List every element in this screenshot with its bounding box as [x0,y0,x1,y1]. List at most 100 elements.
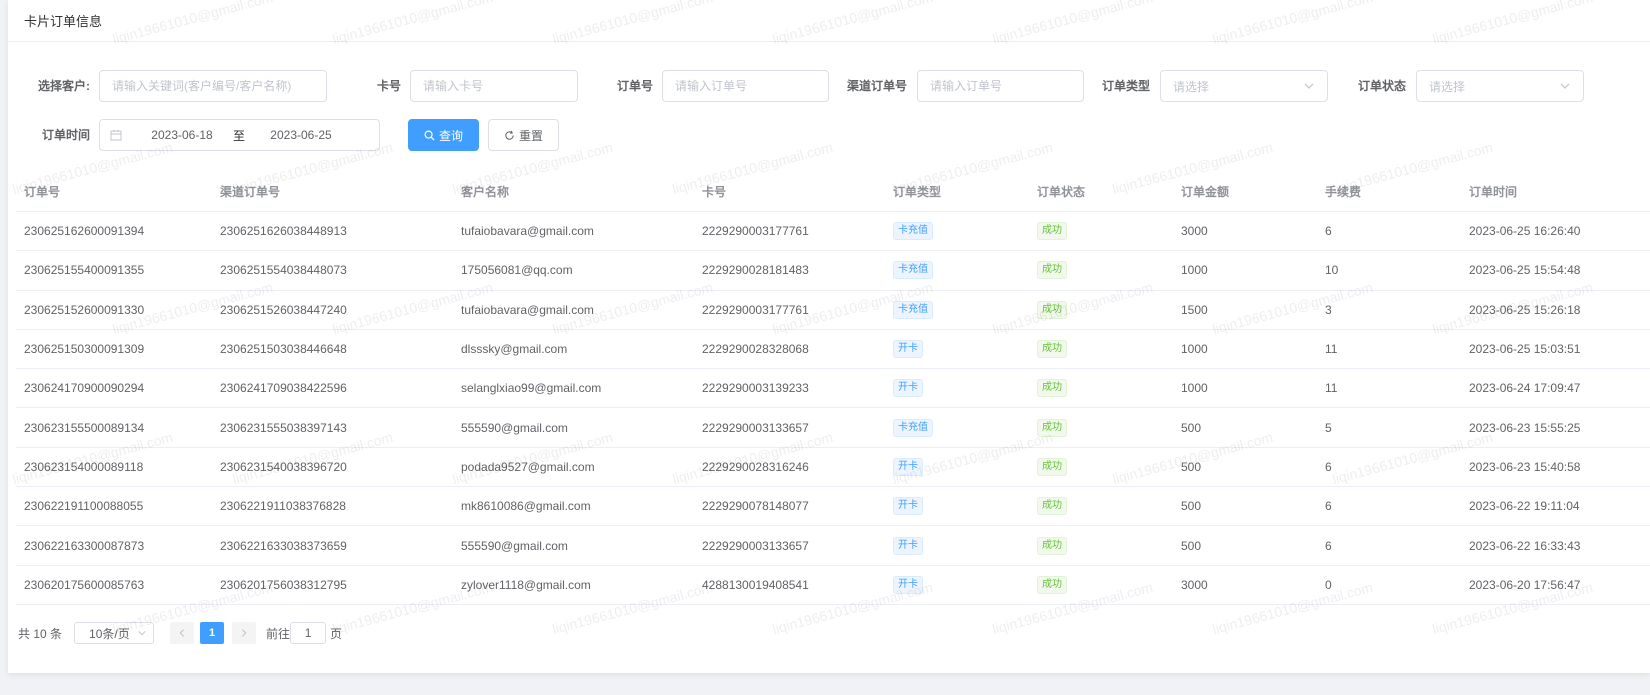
prev-page-button[interactable] [170,622,195,644]
table-cell: 10 [1325,263,1339,278]
column-header[interactable]: 手续费 [1317,183,1461,200]
table-cell: 500 [1181,459,1202,474]
table-cell: 0 [1325,577,1332,592]
channel-order-input[interactable] [917,70,1084,102]
table-cell: 2023-06-23 15:55:25 [1469,420,1581,435]
table-cell: 500 [1181,538,1202,553]
table-cell: 2229290003133657 [702,420,809,435]
table-row[interactable]: 230622191100088055 2306221911038376828 mk8… [16,487,1650,527]
table-cell: mk8610086@gmail.com [461,499,591,514]
table-cell: 230625152600091330 [24,302,145,317]
table-row[interactable]: 230620175600085763 2306201756038312795 zyl… [16,566,1650,605]
date-end[interactable]: 2023-06-25 [246,128,356,142]
column-header[interactable]: 订单号 [16,183,212,200]
table-cell: 2229290028181483 [702,263,809,278]
order-status-cell: 成功 [1029,575,1173,594]
table-cell: 555590@gmail.com [461,420,568,435]
chevron-down-icon [1560,83,1570,89]
status-badge: 成功 [1037,222,1067,241]
table-cell: 2229290003139233 [702,381,809,396]
order-type-tag: 卡充值 [893,418,933,437]
table-cell: 4288130019408541 [702,577,809,592]
date-separator: 至 [232,128,245,143]
table-cell: 2306201756038312795 [220,577,347,592]
table-cell: 6 [1325,224,1332,239]
table-cell: 2023-06-22 16:33:43 [1469,538,1581,553]
table-cell: 6 [1325,499,1332,514]
table-cell: 230625150300091309 [24,342,145,357]
table-row[interactable]: 230623155500089134 2306231555038397143 555… [16,408,1650,448]
order-status-cell: 成功 [1029,300,1173,319]
table-cell: 2023-06-25 16:26:40 [1469,224,1581,239]
table-body: 230625162600091394 2306251626038448913 tuf… [16,212,1650,605]
order-type-tag: 开卡 [893,457,923,476]
goto-suffix: 页 [330,626,343,641]
status-badge: 成功 [1037,575,1067,594]
column-header[interactable]: 订单类型 [885,183,1029,200]
query-button[interactable]: 查询 [408,119,479,151]
table-row[interactable]: 230625162600091394 2306251626038448913 tuf… [16,212,1650,252]
chevron-down-icon [138,630,146,636]
status-badge: 成功 [1037,418,1067,437]
order-status-cell: 成功 [1029,379,1173,398]
table-cell: 2306241709038422596 [220,381,347,396]
goto-page-input[interactable] [290,622,327,644]
order-type-tag: 卡充值 [893,261,933,280]
table-cell: 230620175600085763 [24,577,145,592]
table-cell: 2229290028316246 [702,459,809,474]
page-title: 卡片订单信息 [24,14,103,29]
column-header[interactable]: 卡号 [694,183,885,200]
page-number-current[interactable]: 1 [200,622,225,644]
order-type-cell: 开卡 [885,379,1029,398]
table-cell: 2023-06-25 15:26:18 [1469,302,1581,317]
order-type-cell: 开卡 [885,497,1029,516]
card-number-input[interactable] [410,70,578,102]
order-status-select[interactable]: 请选择 [1416,70,1584,102]
order-status-placeholder: 请选择 [1429,79,1466,94]
table-cell: 2229290003177761 [702,224,809,239]
order-status-cell: 成功 [1029,536,1173,555]
column-header[interactable]: 订单状态 [1029,183,1173,200]
table-cell: 1000 [1181,381,1208,396]
table-cell: 230625155400091355 [24,263,145,278]
table-cell: 2306231555038397143 [220,420,347,435]
table-row[interactable]: 230624170900090294 2306241709038422596 sel… [16,369,1650,409]
order-status-cell: 成功 [1029,340,1173,359]
order-type-tag: 开卡 [893,340,923,359]
reset-button-label: 重置 [518,128,543,143]
table-cell: 2306251626038448913 [220,224,347,239]
order-type-cell: 开卡 [885,457,1029,476]
table-cell: 1500 [1181,302,1208,317]
date-start[interactable]: 2023-06-18 [132,128,232,142]
table-row[interactable]: 230622163300087873 2306221633038373659 555… [16,526,1650,566]
table-cell: 2023-06-25 15:03:51 [1469,342,1581,357]
next-page-button[interactable] [232,622,257,644]
table-cell: 2306221911038376828 [220,499,346,514]
table-cell: 2229290028328068 [702,342,809,357]
status-badge: 成功 [1037,497,1067,516]
column-header[interactable]: 订单金额 [1173,183,1317,200]
order-status-cell: 成功 [1029,457,1173,476]
reset-button[interactable]: 重置 [488,119,559,151]
order-time-label: 订单时间 [41,128,90,142]
order-number-label: 订单号 [616,79,653,93]
page-size-select[interactable]: 10条/页 [74,622,155,644]
column-header[interactable]: 订单时间 [1461,183,1650,200]
table-row[interactable]: 230625152600091330 2306251526038447240 tuf… [16,291,1650,330]
column-header[interactable]: 客户名称 [453,183,694,200]
refresh-icon [505,130,514,140]
table-row[interactable]: 230623154000089118 2306231540038396720 pod… [16,448,1650,488]
date-range-picker[interactable]: 2023-06-18 至 2023-06-25 [99,119,380,151]
table-row[interactable]: 230625150300091309 2306251503038446648 dls… [16,330,1650,370]
table-cell: 2306231540038396720 [220,459,347,474]
order-type-select[interactable]: 请选择 [1160,70,1328,102]
customer-search-input[interactable] [99,70,327,102]
order-number-input[interactable] [662,70,829,102]
table-cell: 5 [1325,420,1332,435]
table-cell: 230622163300087873 [24,538,145,553]
table-row[interactable]: 230625155400091355 2306251554038448073 175… [16,251,1650,291]
column-header[interactable]: 渠道订单号 [212,183,453,200]
pagination: 共 10 条 10条/页 1 前往 页 [18,622,342,644]
filter-row-2: 订单时间 2023-06-18 至 2023-06-25 查询 重置 [8,119,1650,153]
customer-label: 选择客户: [38,79,90,93]
